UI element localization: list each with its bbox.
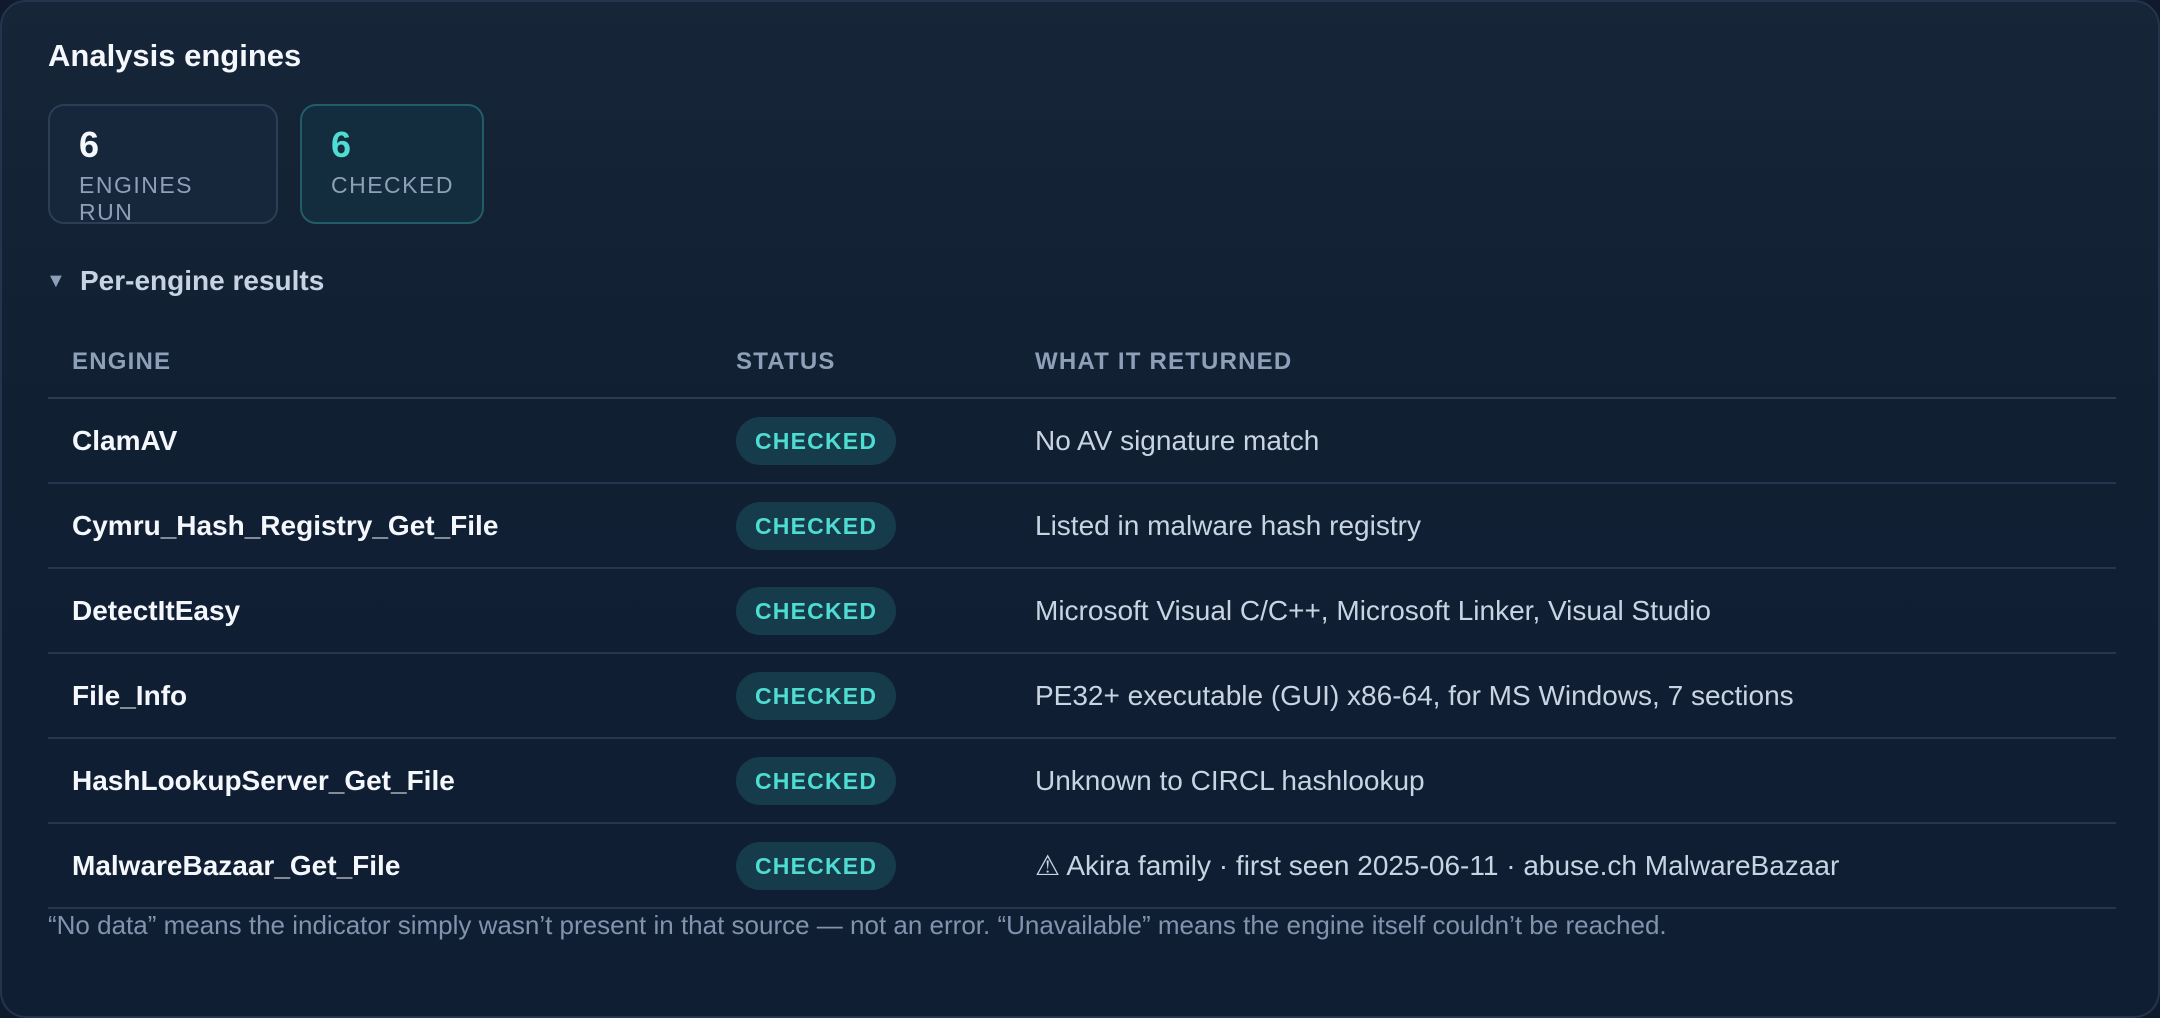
per-engine-results-toggle[interactable]: ▼ Per-engine results (46, 265, 324, 297)
table-row: Cymru_Hash_Registry_Get_File CHECKED Lis… (48, 483, 2116, 569)
checked-stat: 6 CHECKED (300, 104, 484, 224)
engines-run-count: 6 (79, 124, 100, 165)
table-row: DetectItEasy CHECKED Microsoft Visual C/… (48, 568, 2116, 654)
engine-name: MalwareBazaar_Get_File (72, 849, 401, 881)
engine-name: File_Info (72, 679, 188, 711)
header-status: STATUS (712, 326, 1011, 399)
status-badge: CHECKED (736, 756, 897, 805)
status-badge: CHECKED (736, 416, 897, 465)
header-returned: WHAT IT RETURNED (1011, 326, 2116, 399)
engine-result: PE32+ executable (GUI) x86-64, for MS Wi… (1035, 679, 1794, 711)
engine-name: HashLookupServer_Get_File (72, 764, 455, 796)
table-row: MalwareBazaar_Get_File CHECKED ⚠ Akira f… (48, 823, 2116, 909)
engine-result: Unknown to CIRCL hashlookup (1035, 764, 1425, 796)
footnote: “No data” means the indicator simply was… (48, 910, 1667, 940)
engine-result: No AV signature match (1035, 424, 1320, 456)
per-engine-results-label: Per-engine results (80, 265, 325, 296)
stats-row: 6 ENGINES RUN 6 CHECKED (48, 104, 484, 225)
engine-name: Cymru_Hash_Registry_Get_File (72, 509, 499, 541)
status-badge: CHECKED (736, 841, 897, 890)
checked-label: CHECKED (331, 172, 454, 198)
engines-run-label: ENGINES RUN (79, 172, 194, 225)
engine-result: Microsoft Visual C/C++, Microsoft Linker… (1035, 594, 1711, 626)
engine-result: Listed in malware hash registry (1035, 509, 1421, 541)
header-engine: ENGINE (48, 326, 712, 399)
engine-results-table: ENGINE STATUS WHAT IT RETURNED ClamAV CH… (48, 326, 2116, 909)
analysis-engines-panel: Analysis engines 6 ENGINES RUN 6 CHECKED… (0, 0, 2160, 1018)
engine-name: ClamAV (72, 424, 178, 456)
status-badge: CHECKED (736, 501, 897, 550)
table-row: ClamAV CHECKED No AV signature match (48, 398, 2116, 484)
caret-down-icon: ▼ (46, 269, 66, 292)
table-row: HashLookupServer_Get_File CHECKED Unknow… (48, 738, 2116, 824)
status-badge: CHECKED (736, 586, 897, 635)
engines-run-stat: 6 ENGINES RUN (48, 104, 278, 225)
engine-result: ⚠ Akira family · first seen 2025-06-11 ·… (1035, 850, 1840, 881)
table-row: File_Info CHECKED PE32+ executable (GUI)… (48, 653, 2116, 739)
status-badge: CHECKED (736, 671, 897, 720)
table-header-row: ENGINE STATUS WHAT IT RETURNED (48, 326, 2116, 399)
panel-title: Analysis engines (48, 38, 302, 73)
checked-count: 6 (331, 124, 352, 165)
engine-name: DetectItEasy (72, 594, 241, 626)
